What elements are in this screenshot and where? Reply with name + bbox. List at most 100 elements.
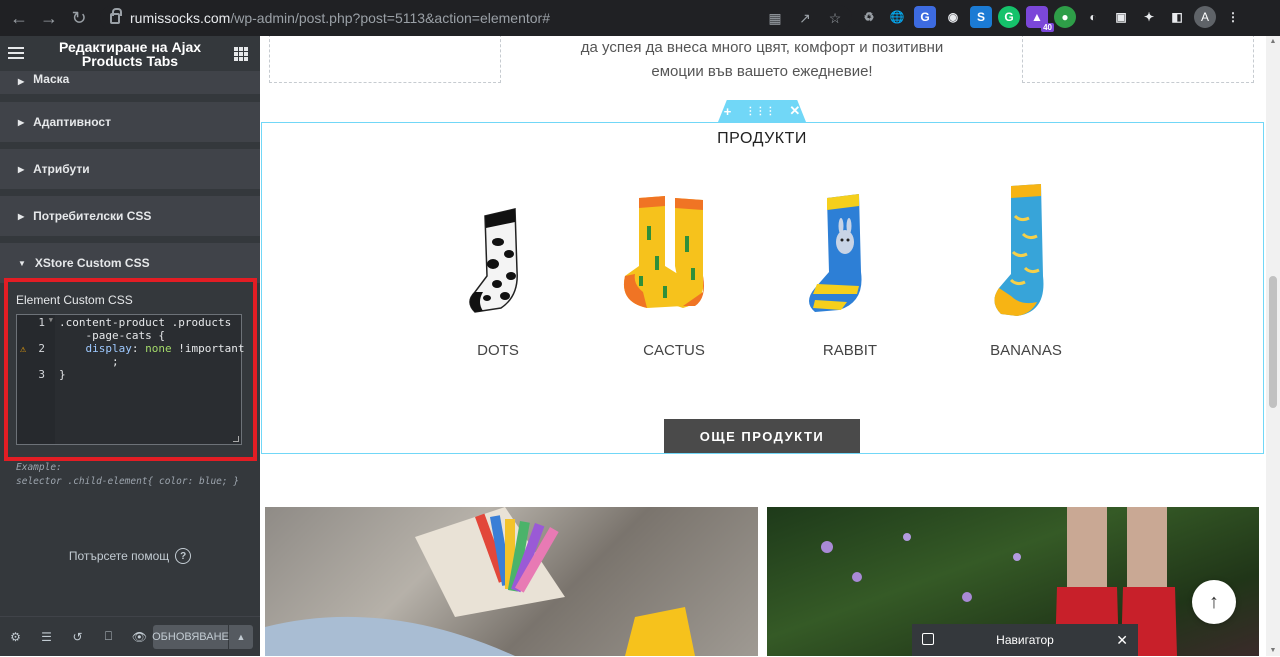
- line-number: 3: [38, 368, 45, 381]
- bookmark-star-icon[interactable]: ☆: [824, 7, 846, 29]
- product-image-dots[interactable]: [423, 176, 573, 326]
- menu-dots-icon[interactable]: ⋮: [1222, 6, 1244, 28]
- translate-extension-icon[interactable]: G: [914, 6, 936, 28]
- custom-css-highlight: Element Custom CSS 1 ▼ ⚠ 2 3 .content-pr…: [4, 278, 257, 461]
- code-selector: .content-product .products: [59, 316, 232, 329]
- product-name[interactable]: CACTUS: [599, 342, 749, 359]
- section-label: Атрибути: [33, 162, 90, 176]
- product-image-cactus[interactable]: [599, 176, 749, 326]
- translate-icon[interactable]: ▦: [764, 7, 786, 29]
- section-label: Адаптивност: [33, 115, 111, 129]
- navigator-panel[interactable]: Навигатор ✕: [912, 624, 1138, 656]
- code-value: none: [145, 342, 172, 355]
- help-link[interactable]: Потърсете помощ ?: [0, 548, 260, 564]
- responsive-mode-icon[interactable]: ⎕: [93, 617, 124, 657]
- camera-extension-icon[interactable]: ◉: [942, 6, 964, 28]
- s-circle-extension-icon[interactable]: ◐: [1082, 6, 1104, 28]
- s-extension-icon[interactable]: S: [970, 6, 992, 28]
- resize-handle[interactable]: [233, 436, 239, 442]
- css-example-text: Example: selector .child-element{ color:…: [16, 461, 239, 489]
- more-products-button[interactable]: ОЩЕ ПРОДУКТИ: [664, 419, 860, 453]
- caret-right-icon: ▶: [18, 164, 25, 174]
- product-card[interactable]: RABBIT: [775, 176, 925, 366]
- element-custom-css-label: Element Custom CSS: [16, 293, 133, 307]
- settings-gear-icon[interactable]: ⚙: [0, 617, 31, 657]
- code-selector-cont: -page-cats {: [59, 329, 165, 342]
- add-section-icon[interactable]: +: [724, 104, 732, 119]
- preview-eye-icon[interactable]: 👁: [124, 617, 155, 657]
- panel-header: Редактиране на Ajax Products Tabs: [0, 36, 260, 72]
- share-icon[interactable]: ↗: [794, 7, 816, 29]
- empty-column-left: [269, 36, 501, 83]
- grammarly-extension-icon[interactable]: G: [998, 6, 1020, 28]
- caret-right-icon: ▶: [18, 77, 25, 86]
- section-custom-css[interactable]: ▶ Потребителски CSS: [0, 196, 260, 236]
- globe-extension-icon[interactable]: 🌐: [886, 6, 908, 28]
- pencils-illustration: [265, 507, 695, 656]
- code-important: !important: [178, 342, 245, 355]
- recycle-extension-icon[interactable]: ♻: [858, 6, 880, 28]
- scroll-thumb[interactable]: [1269, 276, 1277, 408]
- browser-toolbar: ← → ↻ rumissocks.com/wp-admin/post.php?p…: [0, 0, 1280, 36]
- product-image-bananas[interactable]: [951, 176, 1101, 326]
- section-label: XStore Custom CSS: [34, 256, 150, 270]
- example-code: selector .child-element{ color: blue; }: [16, 476, 240, 487]
- chevron-up-icon[interactable]: ▲: [229, 625, 253, 649]
- fold-caret-icon[interactable]: ▼: [49, 316, 53, 324]
- widgets-grid-icon[interactable]: [234, 47, 248, 61]
- section-responsive[interactable]: ▶ Адаптивност: [0, 102, 260, 142]
- product-name[interactable]: DOTS: [423, 342, 573, 359]
- intro-text: да успея да внеса много цвят, комфорт и …: [500, 36, 1024, 84]
- section-label: Маска: [33, 72, 70, 86]
- warning-icon: ⚠: [20, 344, 27, 355]
- address-bar[interactable]: rumissocks.com/wp-admin/post.php?post=51…: [100, 5, 852, 31]
- lock-icon: [110, 7, 122, 24]
- code-property: display: [85, 342, 132, 355]
- section-handle[interactable]: + ⋮⋮⋮ ✕: [718, 100, 806, 122]
- product-card[interactable]: BANANAS: [951, 176, 1101, 366]
- selected-section[interactable]: [261, 122, 1264, 454]
- reload-icon[interactable]: ↻: [64, 3, 94, 33]
- profile-avatar[interactable]: A: [1194, 6, 1216, 28]
- update-button[interactable]: ОБНОВЯВАНЕ: [152, 625, 229, 649]
- product-name[interactable]: BANANAS: [951, 342, 1101, 359]
- product-card[interactable]: DOTS: [423, 176, 573, 366]
- intro-line-1: да успея да внеса много цвят, комфорт и …: [580, 39, 944, 56]
- help-label: Потърсете помощ: [68, 549, 170, 563]
- forward-icon[interactable]: →: [34, 3, 64, 33]
- panel-title: Редактиране на Ajax Products Tabs: [58, 38, 202, 69]
- code-semicolon: ;: [111, 355, 119, 368]
- promo-image-pencils[interactable]: [265, 507, 758, 656]
- product-card[interactable]: CACTUS: [599, 176, 749, 366]
- line-number: 1: [38, 316, 45, 329]
- scroll-to-top-button[interactable]: ↑: [1192, 580, 1236, 624]
- history-icon[interactable]: ↺: [62, 617, 93, 657]
- products-title: ПРОДУКТИ: [717, 130, 807, 147]
- product-name[interactable]: RABBIT: [775, 342, 925, 359]
- delete-section-icon[interactable]: ✕: [789, 103, 800, 119]
- side-panel-icon[interactable]: ◧: [1166, 6, 1188, 28]
- close-icon[interactable]: ✕: [1116, 632, 1128, 649]
- code-content: .content-product .products -page-cats { …: [59, 316, 245, 381]
- scroll-up-icon[interactable]: ▲: [1266, 38, 1280, 45]
- elementor-panel: Редактиране на Ajax Products Tabs ▶ Маска…: [0, 36, 260, 656]
- arrow-up-icon: ↑: [1209, 590, 1219, 613]
- drag-section-icon[interactable]: ⋮⋮⋮: [745, 106, 775, 117]
- page-preview: да успея да внеса много цвят, комфорт и …: [260, 36, 1266, 656]
- code-close-brace: }: [59, 368, 66, 381]
- editor-gutter: 1 ▼ ⚠ 2 3: [17, 315, 55, 444]
- back-icon[interactable]: ←: [4, 3, 34, 33]
- page-scrollbar[interactable]: ▲ ▼: [1266, 36, 1280, 656]
- hamburger-menu-icon[interactable]: [8, 47, 24, 59]
- product-image-rabbit[interactable]: [775, 176, 925, 326]
- layers-icon[interactable]: ☰: [31, 617, 62, 657]
- section-attributes[interactable]: ▶ Атрибути: [0, 149, 260, 189]
- section-mask[interactable]: ▶ Маска: [0, 72, 260, 94]
- scroll-down-icon[interactable]: ▼: [1266, 647, 1280, 654]
- puzzle-extensions-icon[interactable]: ✦: [1138, 6, 1160, 28]
- badge-extension-icon[interactable]: ▲ 40: [1026, 6, 1054, 32]
- screen-extension-icon[interactable]: ▣: [1110, 6, 1132, 28]
- color-extension-icon[interactable]: ●: [1054, 6, 1076, 28]
- css-code-editor[interactable]: 1 ▼ ⚠ 2 3 .content-product .products -pa…: [16, 314, 245, 445]
- section-xstore-custom-css[interactable]: ▼ XStore Custom CSS: [0, 243, 260, 283]
